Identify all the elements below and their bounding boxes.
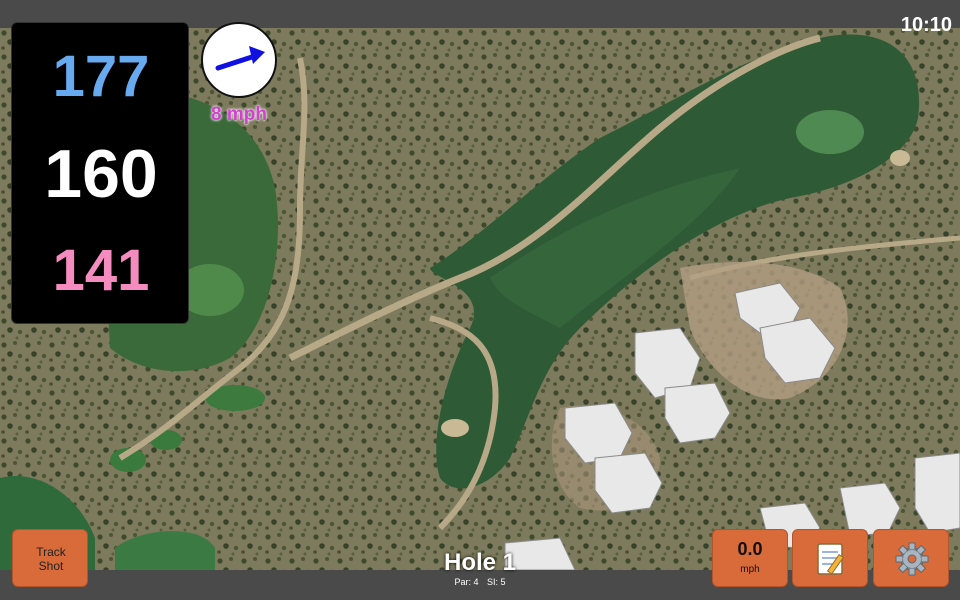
speed-value: 0.0 [737, 539, 763, 559]
track-shot-button[interactable]: Track Shot [12, 529, 88, 587]
speed-button[interactable]: 0.0 mph [712, 529, 788, 587]
hole-par: Par: 4 [454, 577, 479, 587]
notepad-icon [817, 543, 844, 575]
hole-info: Par: 4 SI: 5 [380, 577, 580, 587]
speed-unit: mph [740, 564, 760, 575]
clock-time: 10:10 [900, 14, 952, 36]
back-distance: 177 [52, 44, 150, 109]
notes-button[interactable] [792, 529, 868, 587]
wind-speed-label: 8 mph [211, 104, 267, 125]
wind-indicator[interactable] [201, 22, 277, 98]
distance-panel: 177 160 141 [11, 22, 189, 324]
hole-title: Hole 1 [443, 549, 517, 576]
gear-icon [895, 542, 929, 576]
front-distance: 141 [52, 238, 150, 303]
settings-button[interactable] [873, 529, 949, 587]
middle-distance: 160 [44, 136, 158, 212]
hole-stroke-index: SI: 5 [487, 577, 506, 587]
track-shot-label: Track Shot [36, 545, 66, 573]
arrow-right-up-icon [215, 46, 265, 71]
